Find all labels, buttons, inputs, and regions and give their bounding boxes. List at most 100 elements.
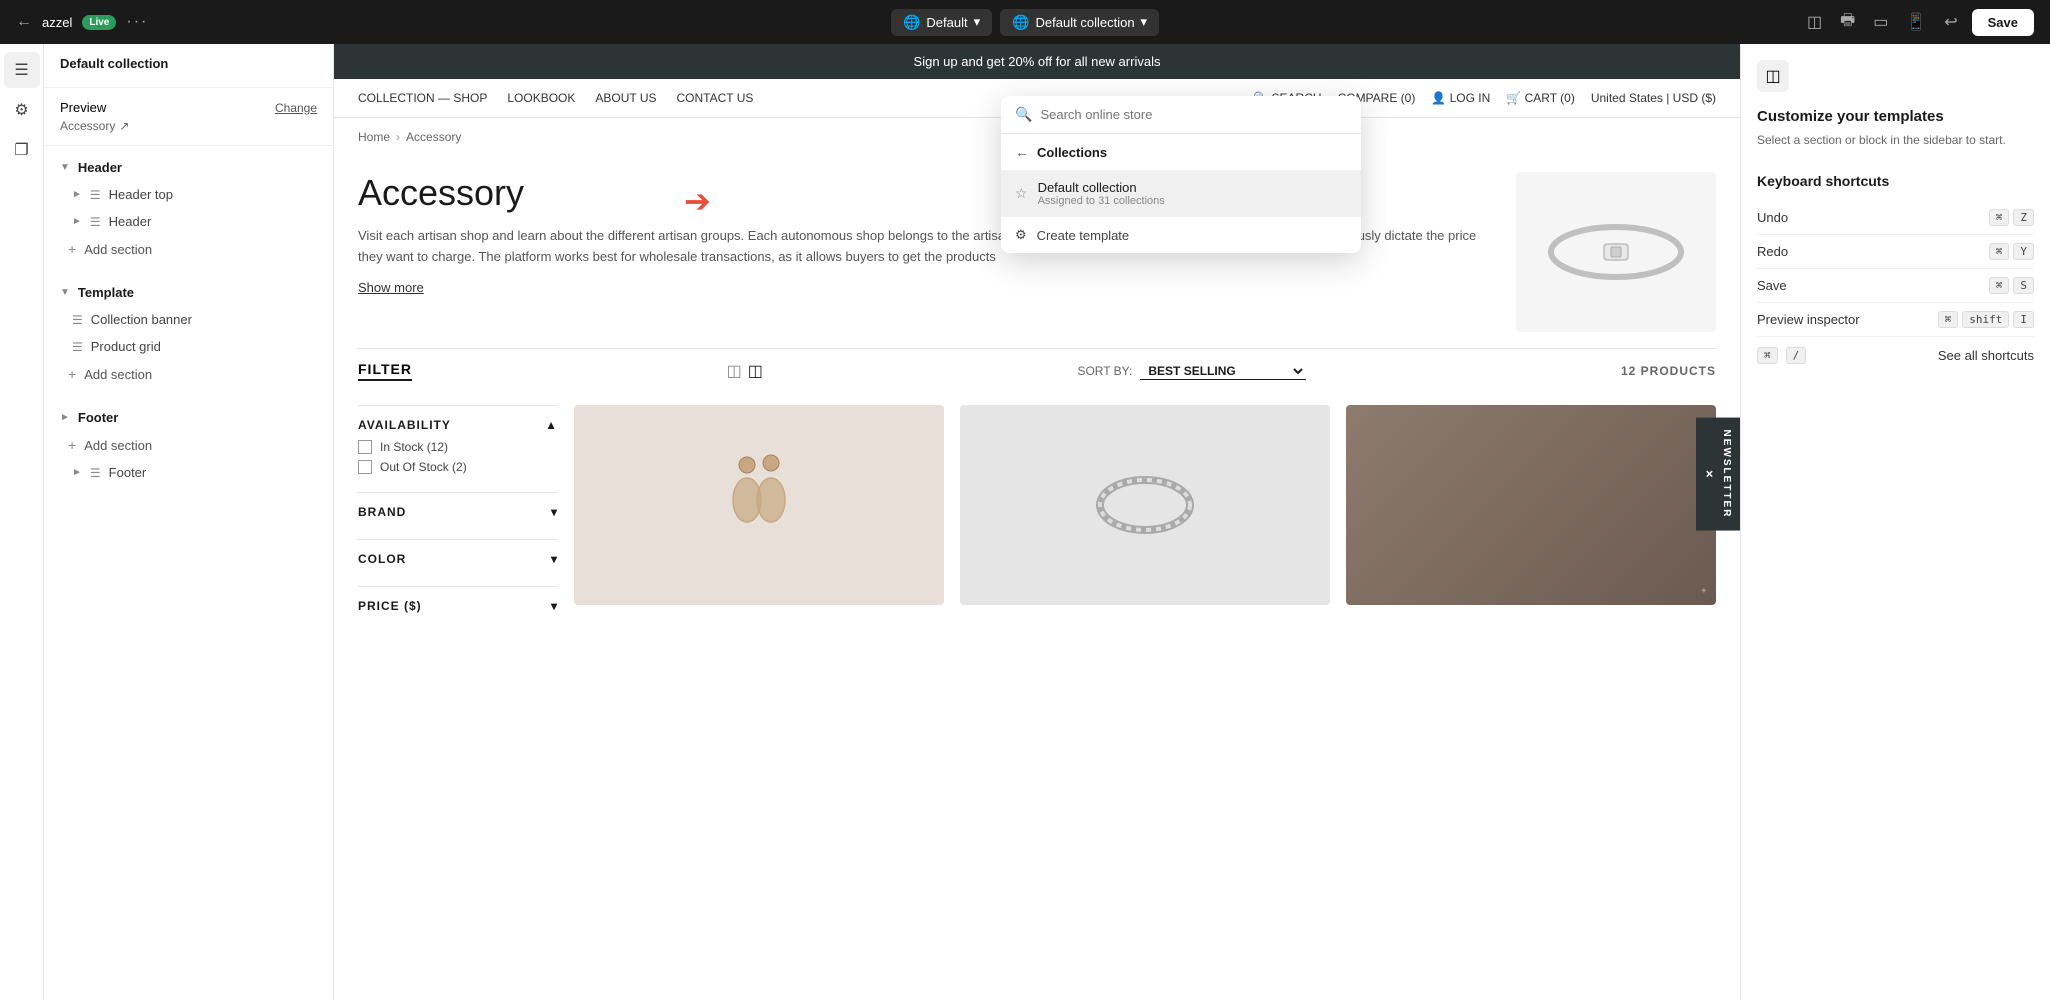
- globe-icon: 🌐: [903, 14, 920, 31]
- dropdown-section-header[interactable]: ← Collections: [1001, 134, 1361, 170]
- desktop-icon-button[interactable]: 🖶: [1836, 5, 1859, 40]
- right-panel-subtitle: Select a section or block in the sidebar…: [1757, 131, 2034, 149]
- default-label: Default: [926, 15, 967, 30]
- footer-group-header[interactable]: ► Footer: [44, 404, 333, 431]
- filter-title[interactable]: FILTER: [358, 361, 412, 381]
- color-filter-header[interactable]: COLOR ▾: [358, 552, 558, 566]
- nav-link-lookbook[interactable]: LOOKBOOK: [507, 91, 575, 105]
- default-dropdown[interactable]: 🌐 Default ▾: [891, 9, 992, 36]
- shortcut-save-cmd-key: ⌘: [1989, 277, 2010, 294]
- more-menu-button[interactable]: ···: [126, 13, 148, 31]
- shortcut-undo-z-key: Z: [2013, 209, 2034, 226]
- back-button[interactable]: ←: [16, 13, 32, 31]
- right-panel-header: ◫: [1757, 60, 2034, 92]
- products-count: 12 PRODUCTS: [1621, 364, 1716, 378]
- footer-item[interactable]: ► ☰ Footer: [44, 459, 333, 486]
- shortcut-preview-shift-key: shift: [1962, 311, 2009, 328]
- product-grid-item[interactable]: ☰ Product grid: [44, 333, 333, 360]
- undo-button[interactable]: ↩: [1940, 8, 1961, 36]
- add-section-footer[interactable]: + Add section: [44, 431, 333, 459]
- shortcut-preview-inspector-keys: ⌘ shift I: [1938, 311, 2034, 328]
- color-filter: COLOR ▾: [358, 539, 558, 586]
- out-of-stock-checkbox[interactable]: [358, 460, 372, 474]
- template-chevron-icon: ▼: [60, 287, 70, 298]
- hoop-earrings-svg: [1085, 465, 1205, 545]
- shortcut-redo-y-key: Y: [2013, 243, 2034, 260]
- dropdown-back-icon: ←: [1015, 144, 1029, 160]
- collection-banner-item[interactable]: ☰ Collection banner: [44, 306, 333, 333]
- list-view-icon[interactable]: ◫: [727, 361, 742, 381]
- price-filter-header[interactable]: PRICE ($) ▾: [358, 599, 558, 613]
- default-collection-section: Default collection: [44, 44, 333, 88]
- newsletter-container: NEWSLETTER ✕: [1696, 418, 1740, 531]
- add-section-template[interactable]: + Add section: [44, 360, 333, 388]
- nav-link-collection[interactable]: COLLECTION — SHOP: [358, 91, 487, 105]
- save-button[interactable]: Save: [1972, 9, 2034, 36]
- product-grid-icon: ☰: [72, 340, 83, 354]
- live-badge: Live: [82, 15, 116, 30]
- collection-dropdown: 🔍 ← Collections ☆ Default collection Ass…: [1001, 96, 1361, 253]
- preview-section: Preview Change Accessory ↗: [44, 88, 333, 146]
- header-label: Header: [109, 214, 152, 229]
- add-section-template-plus-icon: +: [68, 366, 76, 382]
- show-more-button[interactable]: Show more: [358, 280, 424, 295]
- nav-login[interactable]: 👤 LOG IN: [1431, 91, 1490, 105]
- shortcut-save-s-key: S: [2013, 277, 2034, 294]
- add-section-footer-plus-icon: +: [68, 437, 76, 453]
- sort-select[interactable]: BEST SELLING PRICE: LOW TO HIGH PRICE: H…: [1140, 363, 1306, 380]
- products-layout: AVAILABILITY ▲ In Stock (12) Out Of Stoc…: [358, 405, 1716, 633]
- breadcrumb-home[interactable]: Home: [358, 130, 390, 144]
- settings-icon-btn[interactable]: ⚙: [4, 92, 40, 128]
- template-group-header[interactable]: ▼ Template: [44, 279, 333, 306]
- tablet-icon-button[interactable]: ▭: [1869, 8, 1892, 36]
- shortcut-undo-label: Undo: [1757, 210, 1788, 225]
- newsletter-tab[interactable]: NEWSLETTER ✕: [1696, 418, 1740, 531]
- product-card-1[interactable]: [574, 405, 944, 605]
- brand-label: BRAND: [358, 505, 406, 519]
- create-template-icon: ⚙: [1015, 227, 1027, 243]
- collection-dropdown-btn[interactable]: 🌐 Default collection ▾: [1000, 9, 1159, 36]
- newsletter-close-icon[interactable]: ✕: [1704, 470, 1715, 483]
- dropdown-back-label: Collections: [1037, 145, 1107, 160]
- grid-view-icon[interactable]: ◫: [748, 361, 763, 381]
- nav-link-contact[interactable]: CONTACT US: [677, 91, 754, 105]
- add-section-template-label: Add section: [84, 367, 152, 382]
- apps-icon-btn[interactable]: ❐: [4, 132, 40, 168]
- nav-cart[interactable]: 🛒 CART (0): [1506, 91, 1575, 105]
- header-item[interactable]: ► ☰ Header: [44, 208, 333, 235]
- add-section-header[interactable]: + Add section: [44, 235, 333, 263]
- brand-filter-header[interactable]: BRAND ▾: [358, 505, 558, 519]
- shortcut-undo-keys: ⌘ Z: [1989, 209, 2034, 226]
- nav-location[interactable]: United States | USD ($): [1591, 91, 1716, 105]
- products-grid: ✦: [574, 405, 1716, 633]
- change-button[interactable]: Change: [275, 101, 317, 115]
- add-section-header-plus-icon: +: [68, 241, 76, 257]
- earrings-svg: [719, 445, 799, 565]
- see-all-shortcuts[interactable]: ⌘ / See all shortcuts: [1757, 337, 2034, 374]
- product-card-3[interactable]: ✦: [1346, 405, 1716, 605]
- mobile-icon-button[interactable]: 📱: [1902, 8, 1930, 36]
- availability-filter: AVAILABILITY ▲ In Stock (12) Out Of Stoc…: [358, 405, 558, 492]
- sections-icon-btn[interactable]: ☰: [4, 52, 40, 88]
- shortcut-save-keys: ⌘ S: [1989, 277, 2034, 294]
- collection-label: Default collection: [1036, 15, 1135, 30]
- top-bar-center: 🌐 Default ▾ 🌐 Default collection ▾: [693, 9, 1358, 36]
- add-section-header-label: Add section: [84, 242, 152, 257]
- main-layout: ☰ ⚙ ❐ Default collection Preview Change …: [0, 44, 2050, 1000]
- nav-link-about[interactable]: ABOUT US: [595, 91, 656, 105]
- top-bar-left: ← azzel Live ···: [16, 13, 681, 31]
- availability-filter-header[interactable]: AVAILABILITY ▲: [358, 418, 558, 432]
- header-group-header[interactable]: ▼ Header: [44, 154, 333, 181]
- header-top-item[interactable]: ► ☰ Header top: [44, 181, 333, 208]
- layout-icon-button[interactable]: ◫: [1803, 8, 1826, 36]
- dropdown-item-sub: Assigned to 31 collections: [1038, 195, 1347, 207]
- in-stock-label: In Stock (12): [380, 440, 448, 454]
- default-collection-item[interactable]: ☆ Default collection Assigned to 31 coll…: [1001, 170, 1361, 217]
- brand-filter: BRAND ▾: [358, 492, 558, 539]
- create-template-item[interactable]: ⚙ Create template: [1001, 217, 1361, 253]
- product-card-2[interactable]: [960, 405, 1330, 605]
- shortcut-redo-cmd-key: ⌘: [1989, 243, 2010, 260]
- in-stock-checkbox[interactable]: [358, 440, 372, 454]
- dropdown-search-input[interactable]: [1040, 107, 1347, 122]
- center-preview: Sign up and get 20% off for all new arri…: [334, 44, 1740, 1000]
